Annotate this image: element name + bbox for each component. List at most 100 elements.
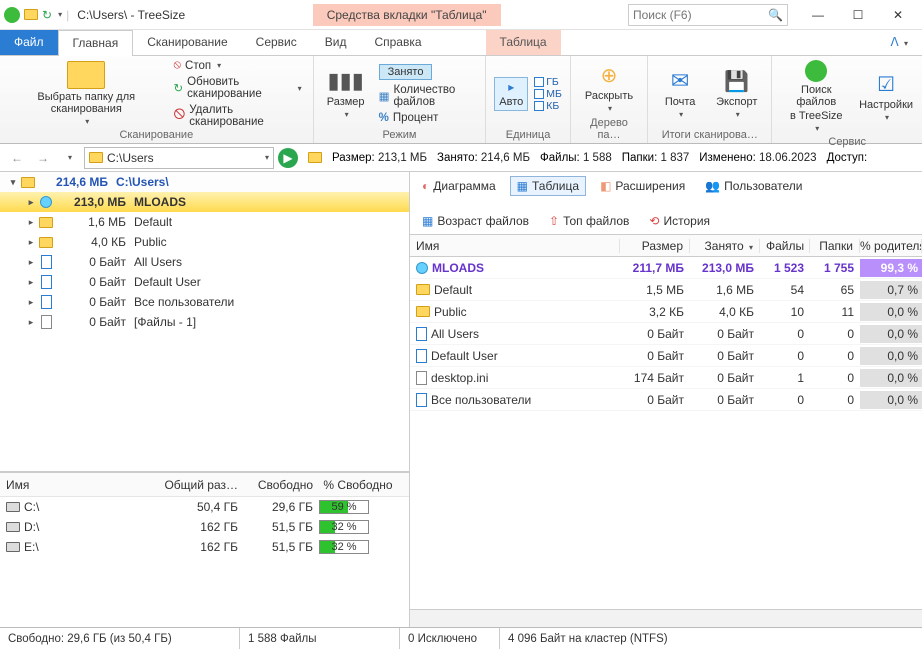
horizontal-scrollbar[interactable] [410, 609, 922, 627]
unit-mb-button[interactable]: МБ [534, 88, 562, 100]
collapse-ribbon-button[interactable]: ᐱ ▾ [876, 30, 922, 55]
filesearch-button[interactable]: Поиск файлов в TreeSize ▾ [780, 58, 852, 136]
folder-icon [21, 177, 35, 188]
table-icon: ▦ [517, 179, 528, 193]
table-row[interactable]: Default User0 Байт0 Байт000,0 % [410, 345, 922, 367]
tab-scan[interactable]: Сканирование [133, 30, 241, 55]
filesearch-icon [805, 60, 827, 82]
tab-home[interactable]: Главная [58, 30, 134, 56]
table-row[interactable]: Default1,5 МБ1,6 МБ54650,7 % [410, 279, 922, 301]
path-input[interactable]: C:\Users ▾ [84, 147, 274, 169]
qat-open-icon[interactable] [24, 9, 38, 20]
size-mode-button[interactable]: ▮▮▮ Размер ▾ [322, 66, 370, 121]
search-box[interactable]: 🔍 [628, 4, 788, 26]
tab-file[interactable]: Файл [0, 30, 58, 55]
tab-age[interactable]: ▦Возраст файлов [416, 212, 535, 230]
chevron-right-icon[interactable]: ▸ [24, 237, 38, 248]
tree-row[interactable]: ▸4,0 КБPublic [0, 232, 409, 252]
col-dirs[interactable]: Папки [810, 239, 860, 253]
maximize-button[interactable]: ☐ [838, 3, 878, 27]
col-size[interactable]: Размер [620, 239, 690, 253]
folder-icon [416, 284, 430, 295]
tab-table[interactable]: Таблица [486, 30, 561, 55]
path-dropdown-icon[interactable]: ▾ [265, 153, 269, 162]
unit-gb-button[interactable]: ГБ [534, 76, 562, 88]
percent-mode-button[interactable]: %Процент [376, 111, 478, 125]
remove-scan-button[interactable]: 🛇Удалить сканирование [171, 103, 305, 129]
tree-row[interactable]: ▸0 БайтВсе пользователи [0, 292, 409, 312]
group-tree-label: Дерево па… [579, 117, 639, 141]
chevron-right-icon[interactable]: ▸ [24, 197, 38, 208]
table-row[interactable]: Все пользователи0 Байт0 Байт000,0 % [410, 389, 922, 411]
tree-row[interactable]: ▸213,0 МБMLOADS [0, 192, 409, 212]
close-button[interactable]: ✕ [878, 3, 918, 27]
col-pct[interactable]: % родителя [860, 239, 922, 253]
chevron-right-icon[interactable]: ▸ [24, 297, 38, 308]
tab-view[interactable]: Вид [311, 30, 361, 55]
tree-row[interactable]: ▸0 БайтDefault User [0, 272, 409, 292]
users-icon: 👥 [705, 179, 720, 193]
qat-dropdown-icon[interactable]: ▾ [58, 10, 62, 19]
tree-row[interactable]: ▸0 Байт[Файлы - 1] [0, 312, 409, 332]
folder-icon [39, 237, 53, 248]
filecount-mode-button[interactable]: ▦Количество файлов [376, 83, 478, 109]
chevron-right-icon[interactable]: ▸ [24, 217, 38, 228]
tab-extensions[interactable]: ◧Расширения [594, 177, 691, 195]
tab-top[interactable]: ⇧Топ файлов [543, 212, 635, 230]
minimize-button[interactable]: — [798, 3, 838, 27]
status-files: 1 588 Файлы [240, 628, 400, 649]
table-row[interactable]: All Users0 Байт0 Байт000,0 % [410, 323, 922, 345]
drive-header-free[interactable]: Свободно [238, 478, 313, 492]
tab-table-view[interactable]: ▦Таблица [510, 176, 586, 196]
export-icon: 💾 [724, 69, 749, 94]
go-button[interactable]: ▶ [278, 148, 298, 168]
search-icon[interactable]: 🔍 [768, 8, 783, 22]
tab-users[interactable]: 👥Пользователи [699, 177, 808, 195]
nav-back-button[interactable]: ← [6, 147, 28, 169]
table-row[interactable]: MLOADS211,7 МБ213,0 МБ1 5231 75599,3 % [410, 257, 922, 279]
auto-unit-button[interactable]: ▸ Авто [494, 77, 528, 111]
refresh-scan-button[interactable]: ↻Обновить сканирование ▾ [171, 75, 305, 101]
export-button[interactable]: 💾 Экспорт ▾ [710, 67, 763, 121]
table-row[interactable]: Public3,2 КБ4,0 КБ10110,0 % [410, 301, 922, 323]
expand-tree-button[interactable]: ⊕ Раскрыть ▾ [579, 61, 639, 115]
group-mode-label: Режим [322, 129, 478, 141]
tree-root[interactable]: ▾ 214,6 МБ C:\Users\ [0, 172, 409, 192]
tree-row[interactable]: ▸0 БайтAll Users [0, 252, 409, 272]
col-name[interactable]: Имя [410, 239, 620, 253]
chevron-down-icon: ▾ [85, 117, 89, 126]
chevron-right-icon[interactable]: ▸ [24, 257, 38, 268]
nav-forward-button[interactable]: → [32, 147, 54, 169]
status-cluster: 4 096 Байт на кластер (NTFS) [500, 628, 922, 649]
tab-service[interactable]: Сервис [242, 30, 311, 55]
col-alloc[interactable]: Занято ▾ [690, 239, 760, 253]
chevron-right-icon[interactable]: ▸ [24, 317, 38, 328]
drive-header-total[interactable]: Общий раз… [163, 478, 238, 492]
chevron-right-icon[interactable]: ▸ [24, 277, 38, 288]
tab-help[interactable]: Справка [360, 30, 435, 55]
tab-history[interactable]: ⟲История [643, 212, 716, 230]
select-folder-button[interactable]: Выбрать папку для сканирования ▾ [8, 59, 165, 128]
nav-dropdown-button[interactable]: ▾ [58, 147, 80, 169]
navbar: ← → ▾ C:\Users ▾ ▶ Размер: 213,1 МБ Заня… [0, 144, 922, 172]
bars-icon: ▮▮▮ [327, 68, 363, 94]
drive-header-name[interactable]: Имя [6, 478, 163, 492]
tab-chart[interactable]: ◐Диаграмма [416, 177, 502, 195]
tree-row[interactable]: ▸1,6 МБDefault [0, 212, 409, 232]
stop-scan-button[interactable]: ⦸Стоп ▾ [171, 58, 305, 73]
drive-icon [6, 502, 20, 512]
settings-button[interactable]: ☑ Настройки ▾ [858, 70, 914, 124]
table-row[interactable]: desktop.ini174 Байт0 Байт100,0 % [410, 367, 922, 389]
chart-icon: ◐ [422, 179, 429, 193]
qat-refresh-icon[interactable]: ↻ [42, 8, 52, 22]
occupied-mode-button[interactable]: Занято [379, 64, 433, 80]
drive-header-pct[interactable]: % Свободно [313, 478, 403, 492]
search-input[interactable] [633, 8, 768, 22]
drive-row[interactable]: E:\162 ГБ51,5 ГБ32 % [0, 537, 409, 557]
drive-row[interactable]: C:\50,4 ГБ29,6 ГБ59 % [0, 497, 409, 517]
col-files[interactable]: Файлы [760, 239, 810, 253]
unit-kb-button[interactable]: КБ [534, 100, 562, 112]
mail-button[interactable]: ✉ Почта ▾ [656, 66, 704, 121]
drive-row[interactable]: D:\162 ГБ51,5 ГБ32 % [0, 517, 409, 537]
chevron-down-icon[interactable]: ▾ [6, 177, 20, 188]
